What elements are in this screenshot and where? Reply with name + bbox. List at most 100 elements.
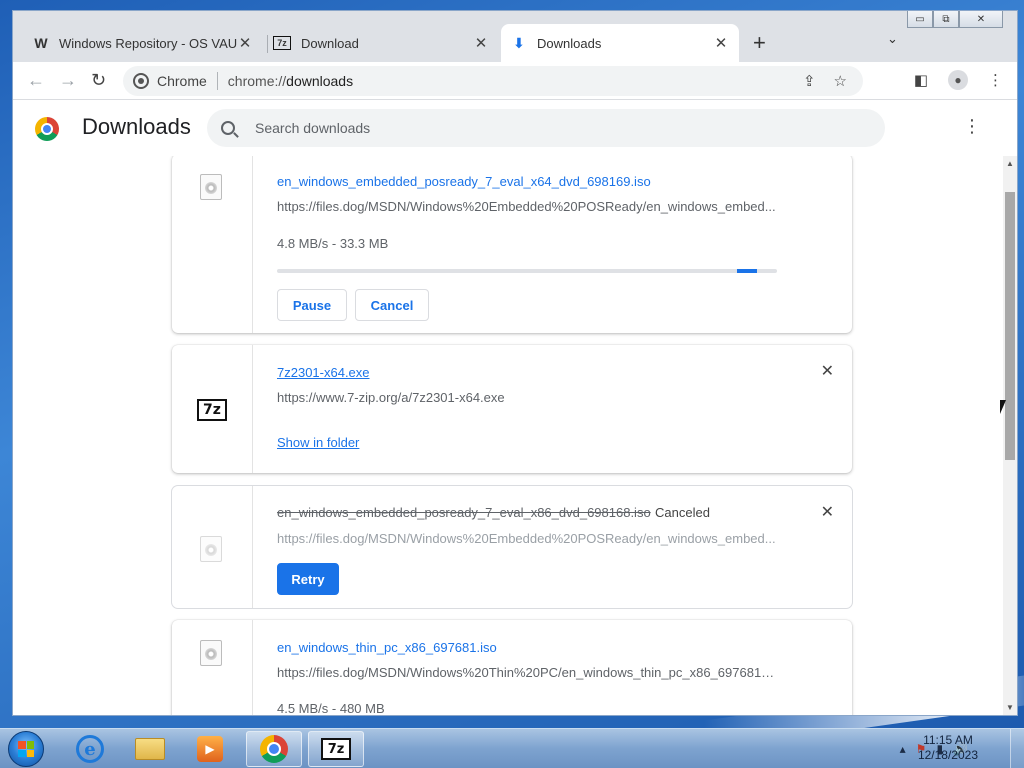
file-name-link[interactable]: en_windows_thin_pc_x86_697681.iso bbox=[277, 640, 497, 655]
file-name-link[interactable]: en_windows_embedded_posready_7_eval_x64_… bbox=[277, 174, 651, 189]
download-status: 4.8 MB/s - 33.3 MB bbox=[277, 236, 389, 251]
chrome-site-icon bbox=[133, 73, 149, 89]
side-panel-icon[interactable]: ◧ bbox=[914, 71, 928, 89]
downloads-list: en_windows_embedded_posready_7_eval_x64_… bbox=[13, 156, 1017, 715]
address-bar[interactable]: Chrome chrome://downloads ⇪ ☆ bbox=[123, 66, 863, 96]
scroll-down-arrow-icon[interactable]: ▼ bbox=[1006, 703, 1014, 712]
omnibox-actions: ⇪ ☆ bbox=[803, 66, 847, 96]
windows-flag-icon bbox=[18, 741, 34, 757]
remove-close-icon[interactable]: ✕ bbox=[821, 505, 834, 521]
page-scrollbar[interactable]: ▲ ▼ bbox=[1003, 156, 1017, 715]
clock-time: 11:15 AM bbox=[923, 733, 973, 747]
tab-title: Downloads bbox=[537, 35, 602, 51]
taskbar-windows-explorer[interactable] bbox=[122, 731, 178, 767]
file-url: https://files.dog/MSDN/Windows%20Thin%20… bbox=[277, 665, 777, 680]
download-item: en_windows_embedded_posready_7_eval_x64_… bbox=[172, 156, 852, 333]
tab-os-vault[interactable]: W Windows Repository - OS VAULT ✕ bbox=[23, 24, 263, 62]
share-icon[interactable]: ⇪ bbox=[803, 72, 816, 90]
scrollbar-thumb[interactable] bbox=[1005, 192, 1015, 460]
minimize-button[interactable]: ▭ bbox=[907, 11, 933, 28]
folder-icon bbox=[135, 738, 165, 760]
restore-button[interactable]: ⧉ bbox=[933, 11, 959, 28]
file-url: https://files.dog/MSDN/Windows%20Embedde… bbox=[277, 531, 776, 546]
page-title: Downloads bbox=[82, 114, 191, 139]
taskbar-media-player[interactable]: ▶ bbox=[182, 731, 238, 767]
taskbar-internet-explorer[interactable]: e bbox=[62, 731, 118, 767]
tab-downloads[interactable]: ⬇ Downloads ✕ bbox=[501, 24, 739, 62]
file-name-link[interactable]: 7z2301-x64.exe bbox=[277, 365, 370, 380]
tab-download[interactable]: 7z Download ✕ bbox=[263, 24, 499, 62]
taskbar-7zip[interactable]: 7z bbox=[308, 731, 364, 767]
cancel-button[interactable]: Cancel bbox=[355, 289, 429, 321]
close-icon[interactable]: ✕ bbox=[713, 34, 729, 52]
show-in-folder-link[interactable]: Show in folder bbox=[277, 435, 359, 450]
remove-close-icon[interactable]: ✕ bbox=[821, 364, 834, 380]
internet-explorer-icon: e bbox=[76, 735, 104, 763]
download-item-body: 7z2301-x64.exe https://www.7-zip.org/a/7… bbox=[253, 345, 852, 473]
forward-arrow-icon[interactable]: → bbox=[59, 70, 77, 90]
windows-taskbar: e ▶ 7z ▴ ⚑ ▮ 🔊 11:15 AM 12/18/2023 bbox=[0, 728, 1024, 768]
tab-title: Download bbox=[301, 35, 359, 51]
taskbar-chrome[interactable] bbox=[246, 731, 302, 767]
show-hidden-icons-arrow-icon[interactable]: ▴ bbox=[900, 742, 906, 756]
back-arrow-icon[interactable]: ← bbox=[27, 70, 45, 90]
canceled-label: Canceled bbox=[655, 505, 710, 520]
scroll-up-arrow-icon[interactable]: ▲ bbox=[1006, 159, 1014, 168]
mouse-cursor-icon bbox=[1000, 400, 1012, 414]
download-item: 7z 7z2301-x64.exe https://www.7-zip.org/… bbox=[172, 345, 852, 473]
wordpress-w-icon: W bbox=[34, 35, 48, 51]
search-input[interactable] bbox=[255, 120, 815, 136]
window-close-button[interactable]: ✕ bbox=[959, 11, 1003, 28]
file-name: en_windows_embedded_posready_7_eval_x86_… bbox=[277, 505, 651, 520]
7zip-icon: 7z bbox=[321, 738, 351, 760]
downloads-header: Downloads ⋮ bbox=[13, 100, 1017, 156]
disc-file-icon bbox=[200, 174, 222, 200]
search-downloads[interactable] bbox=[207, 109, 885, 147]
chrome-logo-icon bbox=[35, 117, 59, 141]
new-tab-button[interactable]: + bbox=[753, 32, 766, 54]
7zip-icon: 7z bbox=[273, 36, 291, 50]
file-icon-column: 7z bbox=[172, 345, 253, 473]
pause-button[interactable]: Pause bbox=[277, 289, 347, 321]
tab-strip: W Windows Repository - OS VAULT ✕ 7z Dow… bbox=[13, 11, 1017, 62]
disc-file-icon bbox=[200, 640, 222, 666]
browser-window: W Windows Repository - OS VAULT ✕ 7z Dow… bbox=[12, 10, 1018, 716]
start-button[interactable] bbox=[8, 731, 44, 767]
window-controls: ▭ ⧉ ✕ bbox=[907, 11, 1003, 28]
file-url: https://files.dog/MSDN/Windows%20Embedde… bbox=[277, 199, 776, 214]
site-label: Chrome bbox=[157, 73, 207, 89]
chrome-menu-icon[interactable]: ⋮ bbox=[988, 71, 1003, 89]
chrome-icon bbox=[260, 735, 288, 763]
file-icon-column bbox=[172, 156, 253, 333]
reload-icon[interactable]: ↻ bbox=[91, 70, 106, 90]
retry-button[interactable]: Retry bbox=[277, 563, 339, 595]
clock-date: 12/18/2023 bbox=[917, 748, 978, 762]
download-item-body: en_windows_embedded_posready_7_eval_x86_… bbox=[253, 486, 852, 608]
search-icon bbox=[221, 121, 235, 135]
disc-file-icon bbox=[200, 536, 222, 562]
omnibox-divider bbox=[216, 72, 218, 90]
tab-title: Windows Repository - OS VAULT bbox=[59, 35, 237, 51]
download-status: 4.5 MB/s - 480 MB bbox=[277, 701, 385, 715]
downloads-menu-icon[interactable]: ⋮ bbox=[963, 117, 981, 135]
download-arrow-icon: ⬇ bbox=[513, 34, 525, 51]
close-icon[interactable]: ✕ bbox=[473, 34, 489, 52]
tab-search-chevron-icon[interactable]: ⌄ bbox=[887, 31, 898, 47]
browser-toolbar: ← → ↻ Chrome chrome://downloads ⇪ ☆ ◧ ● … bbox=[13, 62, 1017, 100]
file-icon-column bbox=[172, 486, 253, 608]
7zip-file-icon: 7z bbox=[197, 399, 227, 421]
close-icon[interactable]: ✕ bbox=[237, 34, 253, 52]
download-progress-bar bbox=[277, 269, 777, 273]
download-item-body: en_windows_embedded_posready_7_eval_x64_… bbox=[253, 156, 852, 333]
toolbar-right: ◧ ● ⋮ bbox=[914, 70, 1003, 90]
show-desktop-button[interactable] bbox=[1010, 729, 1024, 768]
file-url: https://www.7-zip.org/a/7z2301-x64.exe bbox=[277, 390, 505, 405]
profile-avatar-icon[interactable]: ● bbox=[948, 70, 968, 90]
url-path: downloads bbox=[286, 73, 354, 89]
taskbar-clock[interactable]: 11:15 AM 12/18/2023 bbox=[918, 733, 978, 763]
media-player-icon: ▶ bbox=[197, 736, 223, 762]
download-item-canceled: en_windows_embedded_posready_7_eval_x86_… bbox=[172, 486, 852, 608]
bookmark-star-icon[interactable]: ☆ bbox=[834, 72, 847, 90]
download-item-body: en_windows_thin_pc_x86_697681.iso https:… bbox=[253, 620, 852, 715]
url-scheme: chrome:// bbox=[227, 73, 287, 89]
